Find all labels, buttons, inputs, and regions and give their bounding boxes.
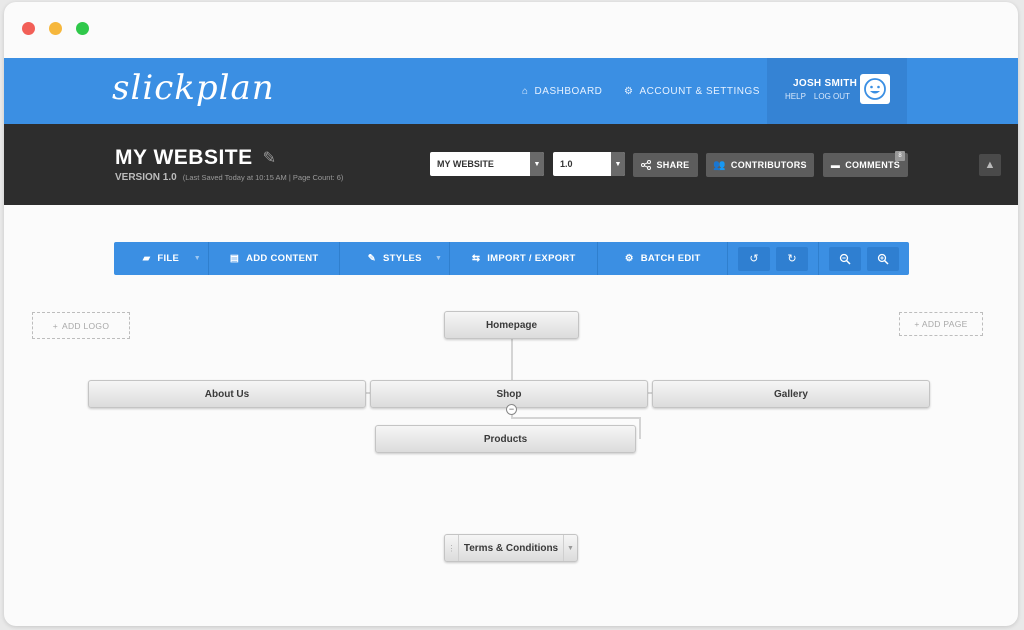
sitemap-node-homepage[interactable]: Homepage	[444, 311, 579, 339]
history-controls: ↺ ↻	[728, 242, 819, 275]
zoom-out-button[interactable]	[829, 246, 861, 271]
collapse-header-button[interactable]: ▲	[979, 154, 1001, 176]
share-icon	[641, 160, 652, 170]
project-title-text: MY WEBSITE	[115, 146, 253, 169]
chevron-down-icon: ▼	[530, 152, 544, 176]
add-content-label: ADD CONTENT	[246, 253, 319, 264]
nav-dashboard[interactable]: ⌂ DASHBOARD	[522, 86, 602, 97]
save-meta: (Last Saved Today at 10:15 AM | Page Cou…	[182, 173, 344, 182]
user-links: HELP LOG OUT	[785, 92, 850, 101]
sitemap-node-products[interactable]: Products	[375, 425, 636, 453]
styles-label: STYLES	[383, 253, 422, 264]
people-icon: 👥	[713, 159, 726, 171]
logout-link[interactable]: LOG OUT	[814, 92, 850, 101]
home-icon: ⌂	[522, 86, 529, 97]
maximize-window-button[interactable]	[76, 22, 89, 35]
add-logo-label: ADD LOGO	[61, 320, 110, 331]
zoom-out-icon	[839, 253, 851, 265]
user-name: JOSH SMITH	[793, 78, 858, 89]
user-panel: JOSH SMITH HELP LOG OUT	[767, 58, 907, 124]
window-controls	[22, 22, 89, 35]
chevron-down-icon: ▼	[434, 255, 443, 262]
smiley-avatar-icon	[864, 78, 886, 100]
minimize-window-button[interactable]	[49, 22, 62, 35]
plus-icon: +	[52, 320, 58, 331]
add-content-button[interactable]: ▤ ADD CONTENT	[209, 242, 341, 275]
share-button[interactable]: SHARE	[633, 153, 698, 177]
transfer-arrows-icon: ⇆	[471, 253, 481, 264]
comment-icon: ▬	[830, 160, 841, 170]
version-info: VERSION 1.0 (Last Saved Today at 10:15 A…	[115, 172, 343, 183]
redo-button[interactable]: ↻	[776, 246, 808, 271]
chevron-down-icon[interactable]: ▼	[563, 535, 577, 561]
add-page-label: + ADD PAGE	[914, 319, 968, 329]
connector-line	[511, 417, 641, 419]
zoom-in-button[interactable]	[867, 246, 899, 271]
project-header: MY WEBSITE ✎ VERSION 1.0 (Last Saved Tod…	[4, 124, 1018, 205]
edit-pencil-icon[interactable]: ✎	[263, 148, 277, 168]
chevron-up-icon: ▲	[984, 159, 996, 171]
terms-label: Terms & Conditions	[463, 542, 559, 554]
nav-dashboard-label: DASHBOARD	[534, 86, 603, 97]
add-logo-button[interactable]: + ADD LOGO	[32, 312, 130, 339]
version-select[interactable]: 1.0 ▼	[553, 152, 625, 176]
app-window: slickplan ⌂ DASHBOARD ⚙ ACCOUNT & SETTIN…	[4, 2, 1018, 626]
version-select-value: 1.0	[560, 159, 573, 169]
connector-line	[511, 339, 513, 383]
help-link[interactable]: HELP	[785, 92, 806, 101]
import-export-label: IMPORT / EXPORT	[487, 253, 576, 264]
contributors-label: CONTRIBUTORS	[730, 160, 807, 170]
gear-icon: ⚙	[624, 86, 634, 97]
gears-icon: ⚙	[624, 253, 634, 264]
undo-button[interactable]: ↺	[738, 246, 770, 271]
sitemap-node-gallery[interactable]: Gallery	[652, 380, 930, 408]
collapse-children-toggle[interactable]: −	[506, 404, 517, 415]
sitemap-node-about[interactable]: About Us	[88, 380, 366, 408]
comments-count-badge: 8	[895, 151, 905, 161]
connector-line	[639, 417, 641, 439]
batch-edit-label: BATCH EDIT	[640, 253, 701, 264]
top-navigation-bar: slickplan ⌂ DASHBOARD ⚙ ACCOUNT & SETTIN…	[4, 58, 1018, 124]
document-edit-icon: ▤	[229, 253, 240, 264]
file-label: FILE	[157, 253, 180, 264]
app-logo[interactable]: slickplan	[112, 68, 275, 108]
comments-label: COMMENTS	[845, 160, 901, 170]
batch-edit-button[interactable]: ⚙ BATCH EDIT	[598, 242, 728, 275]
styles-menu-button[interactable]: ✎ STYLES ▼	[340, 242, 451, 275]
share-label: SHARE	[656, 160, 690, 170]
zoom-in-icon	[877, 253, 889, 265]
sitemap-node-terms[interactable]: ⋮ Terms & Conditions ▼	[444, 534, 578, 562]
contributors-button[interactable]: 👥 CONTRIBUTORS	[706, 153, 814, 177]
nav-account-settings-label: ACCOUNT & SETTINGS	[639, 86, 760, 97]
brush-icon: ✎	[367, 253, 377, 264]
file-menu-button[interactable]: ▰ FILE ▼	[114, 242, 209, 275]
import-export-button[interactable]: ⇆ IMPORT / EXPORT	[450, 242, 599, 275]
close-window-button[interactable]	[22, 22, 35, 35]
avatar[interactable]	[860, 74, 890, 104]
site-select[interactable]: MY WEBSITE ▼	[430, 152, 544, 176]
chevron-down-icon: ▼	[611, 152, 625, 176]
site-select-value: MY WEBSITE	[437, 159, 494, 169]
editor-toolbar: ▰ FILE ▼ ▤ ADD CONTENT ✎ STYLES ▼ ⇆ IMPO…	[114, 242, 909, 275]
nav-account-settings[interactable]: ⚙ ACCOUNT & SETTINGS	[624, 86, 760, 97]
add-page-button[interactable]: + ADD PAGE	[899, 312, 983, 336]
chevron-down-icon: ▼	[193, 255, 201, 262]
drag-handle-icon[interactable]: ⋮	[445, 535, 459, 561]
redo-icon: ↻	[787, 253, 797, 265]
folder-icon: ▰	[142, 253, 151, 264]
project-title: MY WEBSITE ✎	[115, 146, 277, 170]
undo-icon: ↺	[749, 253, 759, 265]
version-label: VERSION 1.0	[115, 172, 177, 183]
zoom-controls	[819, 242, 909, 275]
